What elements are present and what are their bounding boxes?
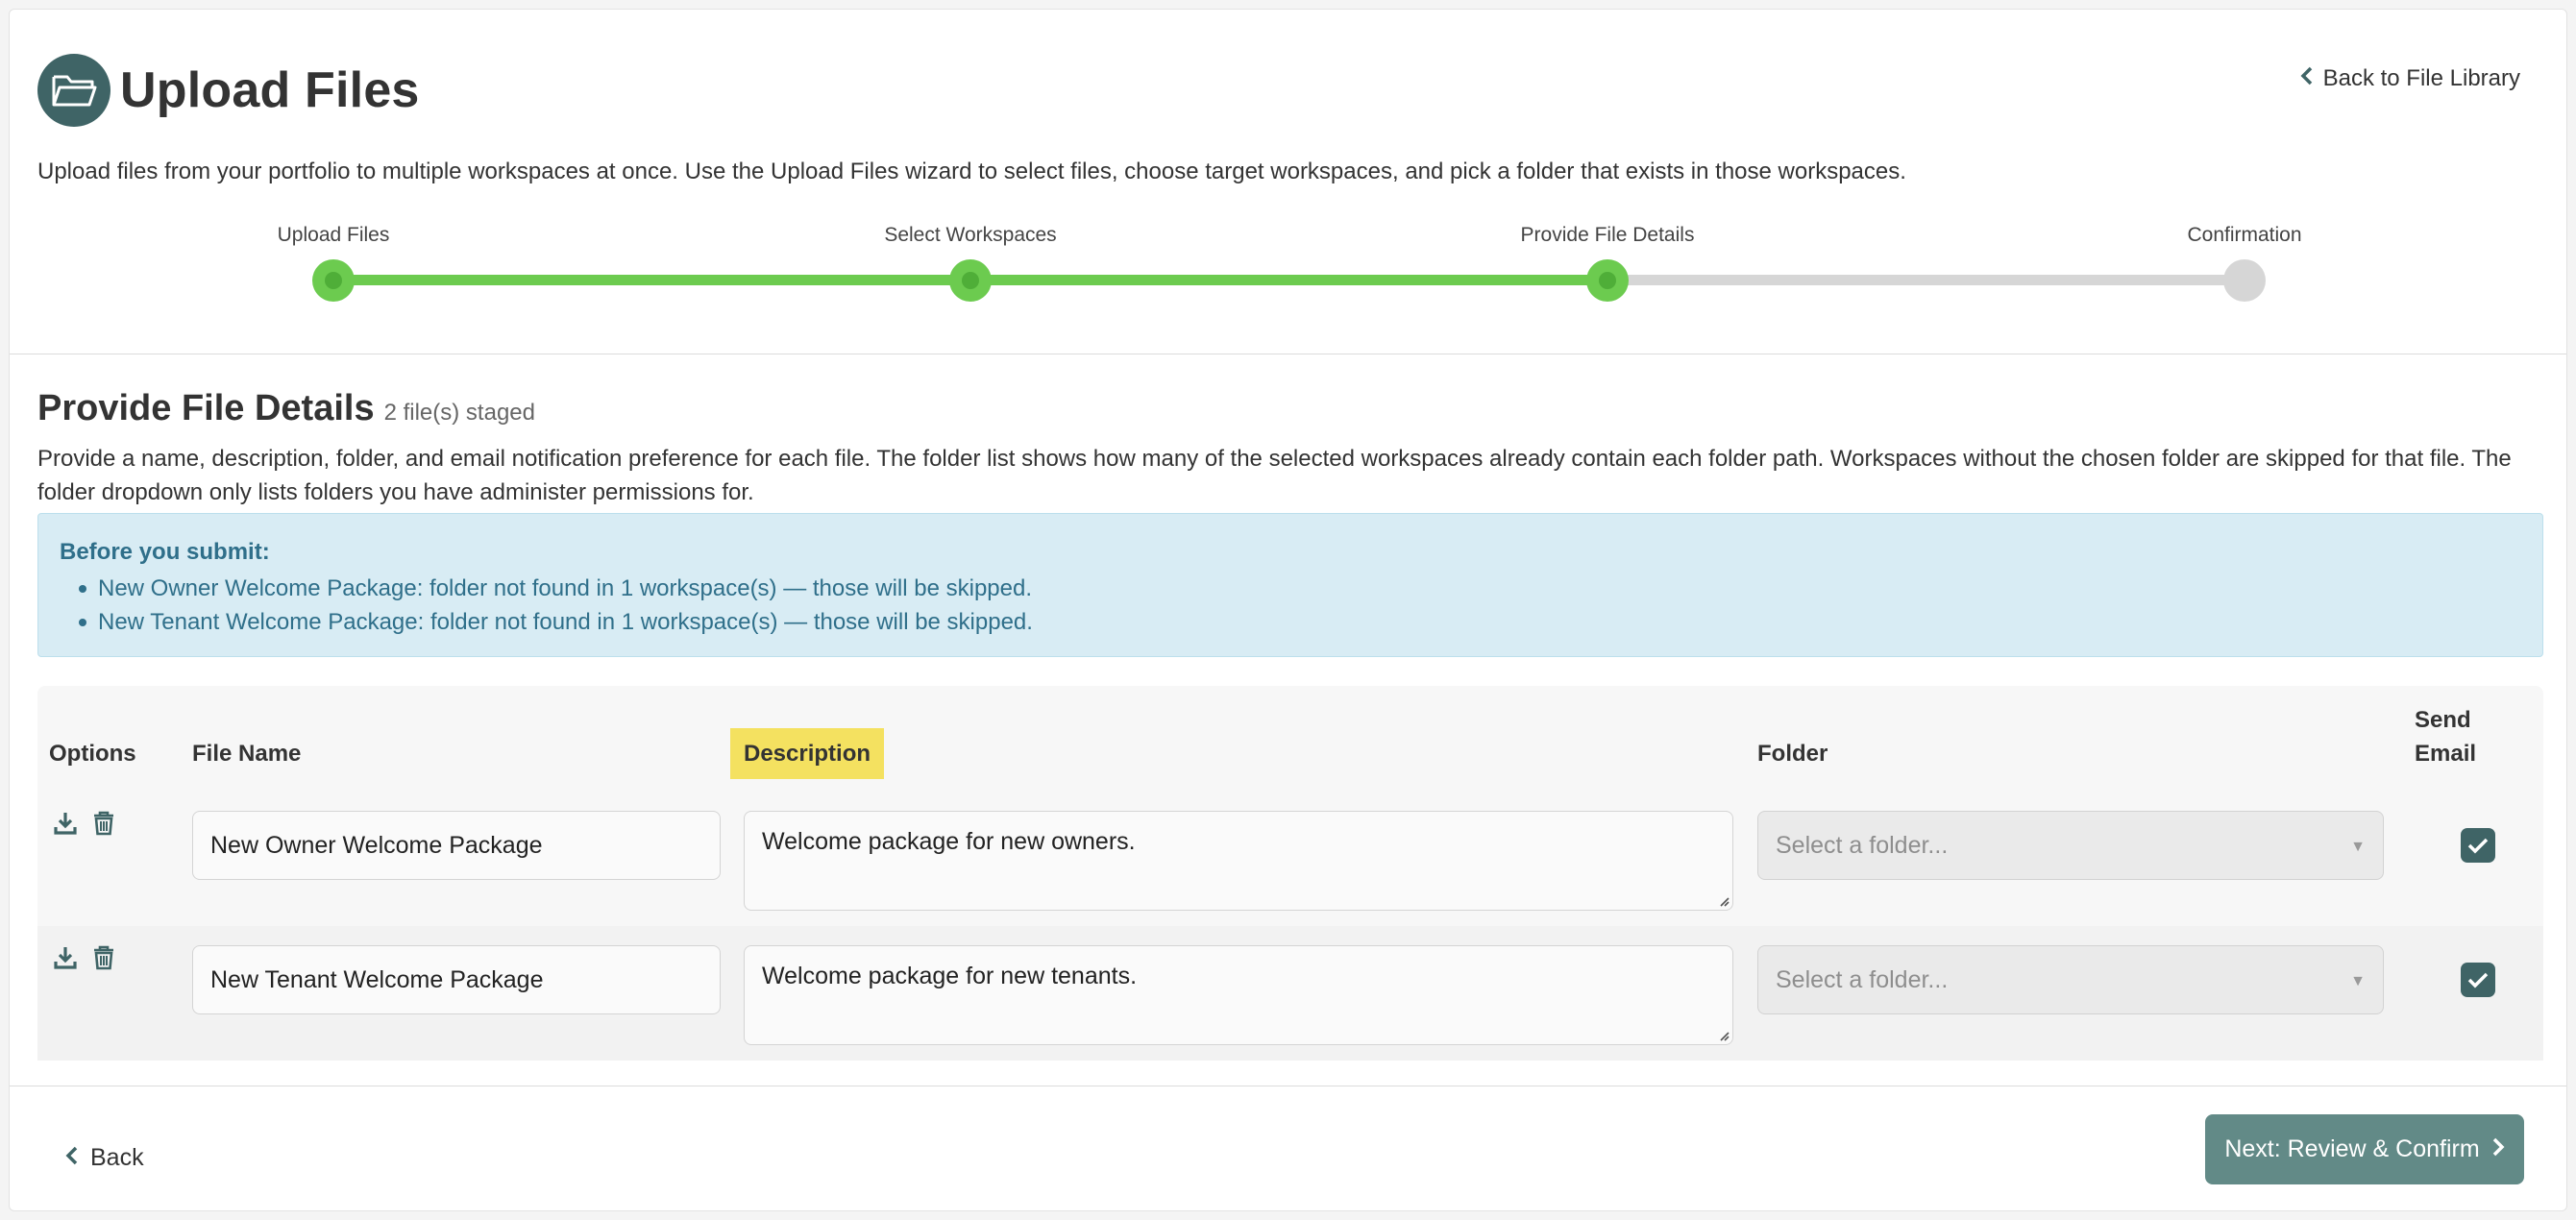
trash-icon[interactable] [91, 809, 116, 838]
checkmark-icon [2467, 838, 2489, 854]
resize-handle-icon[interactable] [1716, 1028, 1730, 1041]
description-textarea[interactable]: Welcome package for new tenants. [744, 945, 1733, 1045]
checkmark-icon [2467, 972, 2489, 988]
chevron-left-icon [2300, 65, 2314, 92]
download-icon[interactable] [53, 809, 78, 838]
row-options [53, 943, 116, 972]
section-header: Provide File Details 2 file(s) staged [37, 388, 535, 429]
folder-select-placeholder: Select a folder... [1776, 831, 1949, 859]
file-name-input[interactable] [192, 945, 721, 1014]
resize-handle-icon[interactable] [1716, 893, 1730, 907]
file-name-input[interactable] [192, 811, 721, 880]
section-title: Provide File Details [37, 388, 375, 428]
chevron-right-icon [2491, 1135, 2505, 1163]
step-track-pending [1607, 275, 2245, 285]
column-header-options: Options [49, 741, 136, 767]
description-textarea[interactable]: Welcome package for new owners. [744, 811, 1733, 911]
folder-open-icon [37, 54, 110, 127]
caret-down-icon: ▼ [2350, 973, 2366, 989]
step-dot-select-workspaces [949, 259, 992, 302]
caret-down-icon: ▼ [2350, 839, 2366, 855]
folder-select[interactable]: Select a folder... ▼ [1757, 945, 2384, 1014]
step-dot-confirmation [2223, 259, 2266, 302]
alert-item: New Tenant Welcome Package: folder not f… [79, 605, 2521, 639]
file-details-table: Options File Name Description Folder Sen… [37, 686, 2543, 1061]
folder-select-placeholder: Select a folder... [1776, 965, 1949, 993]
before-submit-alert: Before you submit: New Owner Welcome Pac… [37, 513, 2543, 657]
next-button-label: Next: Review & Confirm [2224, 1135, 2480, 1162]
next-review-confirm-button[interactable]: Next: Review & Confirm [2205, 1114, 2524, 1184]
column-header-folder: Folder [1757, 741, 1828, 767]
step-dot-provide-file-details [1586, 259, 1629, 302]
description-field[interactable]: Welcome package for new owners. [744, 811, 1733, 911]
trash-icon[interactable] [91, 943, 116, 972]
column-header-file-name: File Name [192, 741, 302, 767]
back-to-file-library-link[interactable]: Back to File Library [2300, 65, 2520, 92]
alert-title: Before you submit: [60, 539, 270, 565]
alert-item: New Owner Welcome Package: folder not fo… [79, 572, 2521, 605]
description-field[interactable]: Welcome package for new tenants. [744, 945, 1733, 1045]
table-row: Welcome package for new owners. Select a… [37, 792, 2543, 926]
chevron-left-icon [65, 1144, 79, 1172]
download-icon[interactable] [53, 943, 78, 972]
back-button-label: Back [90, 1144, 144, 1171]
upload-files-card: Upload Files Back to File Library Upload… [9, 9, 2567, 1211]
page-header: Upload Files [37, 54, 420, 127]
section-description: Provide a name, description, folder, and… [37, 446, 2512, 505]
step-label-confirmation: Confirmation [2187, 224, 2302, 246]
send-email-checkbox[interactable] [2461, 828, 2495, 863]
table-row: Welcome package for new tenants. Select … [37, 926, 2543, 1061]
page-intro: Upload files from your portfolio to mult… [37, 159, 1906, 184]
alert-list: New Owner Welcome Package: folder not fo… [60, 572, 2521, 639]
column-header-description: Description [730, 728, 885, 779]
page-title: Upload Files [120, 62, 420, 118]
back-to-file-library-label: Back to File Library [2322, 65, 2520, 91]
staged-count: 2 file(s) staged [383, 400, 535, 426]
back-button[interactable]: Back [65, 1144, 144, 1172]
row-options [53, 809, 116, 838]
column-header-send-email: Send Email [2415, 707, 2477, 767]
step-label-select-workspaces: Select Workspaces [884, 224, 1057, 246]
step-label-provide-file-details: Provide File Details [1520, 224, 1695, 246]
wizard-stepper: Upload Files Select Workspaces Provide F… [10, 221, 2566, 317]
step-label-upload-files: Upload Files [277, 224, 390, 246]
send-email-checkbox[interactable] [2461, 963, 2495, 997]
step-dot-upload-files [312, 259, 355, 302]
folder-select[interactable]: Select a folder... ▼ [1757, 811, 2384, 880]
